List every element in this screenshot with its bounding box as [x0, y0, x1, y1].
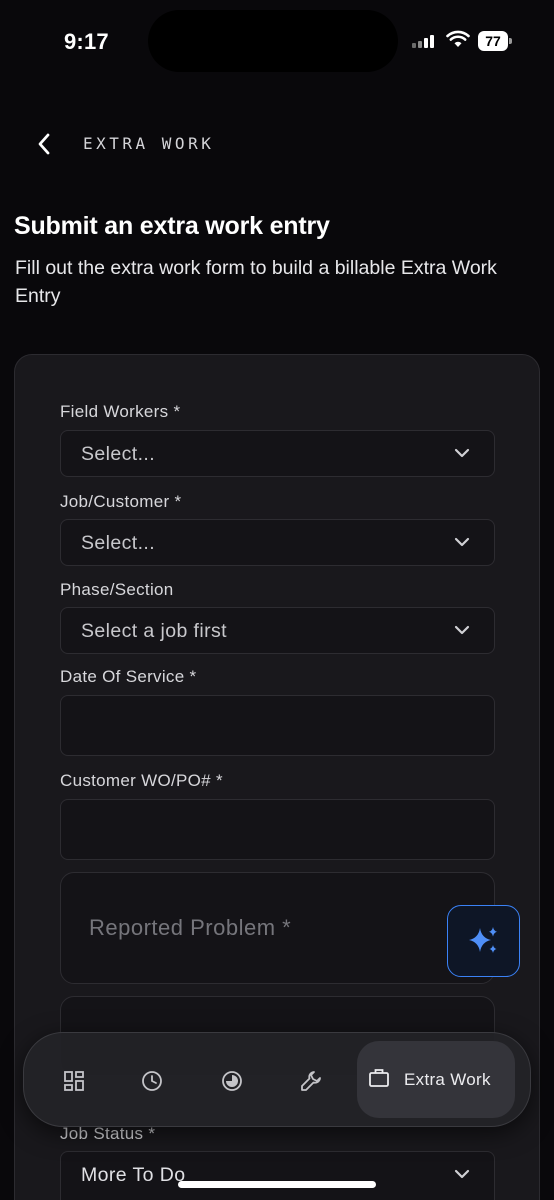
customer-wo-po-input[interactable] — [60, 799, 495, 860]
chevron-down-icon — [454, 625, 470, 635]
nav-reports[interactable] — [214, 1063, 250, 1099]
ai-assist-button[interactable] — [447, 905, 520, 977]
status-bar: 9:17 77 — [0, 0, 554, 80]
cellular-signal-icon — [412, 34, 440, 48]
nav-time[interactable] — [134, 1063, 170, 1099]
home-indicator — [178, 1181, 376, 1188]
job-customer-select[interactable]: Select... — [60, 519, 495, 566]
phase-section-value: Select a job first — [81, 620, 227, 642]
chevron-down-icon — [454, 1169, 470, 1179]
chevron-left-icon — [38, 133, 50, 155]
dashboard-icon — [64, 1071, 84, 1091]
phase-section-select[interactable]: Select a job first — [60, 607, 495, 654]
nav-tools[interactable] — [293, 1063, 329, 1099]
nav-dashboard[interactable] — [56, 1063, 92, 1099]
customer-wo-po-label: Customer WO/PO# * — [60, 771, 223, 790]
back-button[interactable] — [26, 126, 62, 162]
job-status-label: Job Status * — [60, 1124, 156, 1143]
nav-extra-work[interactable]: Extra Work — [357, 1041, 515, 1118]
sparkles-icon — [468, 927, 497, 953]
briefcase-icon — [369, 1069, 389, 1087]
pie-chart-icon — [222, 1071, 242, 1091]
job-customer-label: Job/Customer * — [60, 492, 182, 511]
date-of-service-label: Date Of Service * — [60, 667, 197, 686]
nav-extra-work-label: Extra Work — [404, 1070, 491, 1089]
field-workers-value: Select... — [81, 443, 156, 465]
wifi-icon — [446, 30, 470, 53]
page-subtitle: Fill out the extra work form to build a … — [15, 257, 497, 307]
status-time: 9:17 — [64, 29, 109, 54]
dynamic-island — [148, 10, 398, 72]
battery-level: 77 — [478, 31, 508, 51]
date-of-service-input[interactable] — [60, 695, 495, 756]
header-title: EXTRA WORK — [83, 134, 215, 153]
field-workers-label: Field Workers * — [60, 402, 181, 421]
job-status-value: More To Do — [81, 1164, 186, 1186]
job-status-select[interactable]: More To Do — [60, 1151, 495, 1200]
clock-icon — [142, 1071, 162, 1091]
chevron-down-icon — [454, 537, 470, 547]
reported-problem-placeholder: Reported Problem * — [89, 915, 292, 940]
battery-icon: 77 — [478, 31, 512, 51]
bottom-nav: Extra Work — [23, 1032, 531, 1127]
wrench-icon — [301, 1071, 321, 1091]
reported-problem-textarea[interactable]: Reported Problem * — [60, 872, 495, 984]
page-title: Submit an extra work entry — [14, 212, 330, 240]
phase-section-label: Phase/Section — [60, 580, 174, 599]
chevron-down-icon — [454, 448, 470, 458]
field-workers-select[interactable]: Select... — [60, 430, 495, 477]
job-customer-value: Select... — [81, 532, 156, 554]
